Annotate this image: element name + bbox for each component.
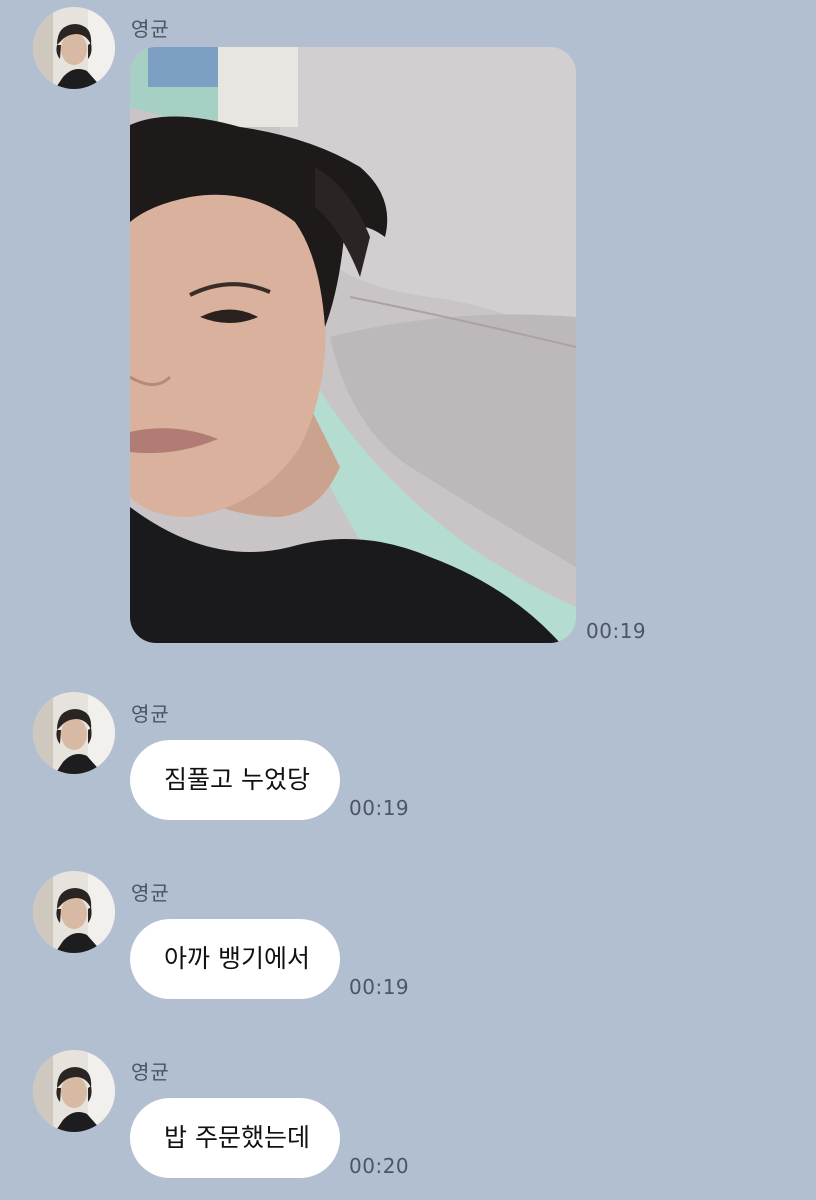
sender-avatar[interactable] [33, 1050, 115, 1132]
photo-message[interactable] [130, 47, 576, 643]
message-row-text: 영균 아까 뱅기에서 00:19 [0, 869, 816, 1009]
message-bubble[interactable]: 짐풀고 누었당 [130, 740, 340, 820]
message-timestamp: 00:19 [349, 796, 410, 820]
sender-avatar[interactable] [33, 7, 115, 89]
sender-avatar[interactable] [33, 692, 115, 774]
sender-name: 영균 [131, 1060, 170, 1084]
message-row-text: 영균 밥 주문했는데 00:20 [0, 1048, 816, 1188]
message-bubble[interactable]: 밥 주문했는데 [130, 1098, 340, 1178]
sender-name: 영균 [131, 881, 170, 905]
message-timestamp: 00:19 [349, 975, 410, 999]
message-row-text: 영균 짐풀고 누었당 00:19 [0, 690, 816, 830]
sender-name: 영균 [131, 17, 170, 41]
message-timestamp: 00:20 [349, 1154, 410, 1178]
message-timestamp: 00:19 [586, 619, 647, 643]
message-row-photo: 영균 00:19 [0, 0, 816, 660]
sender-name: 영균 [131, 702, 170, 726]
message-bubble[interactable]: 아까 뱅기에서 [130, 919, 340, 999]
sender-avatar[interactable] [33, 871, 115, 953]
